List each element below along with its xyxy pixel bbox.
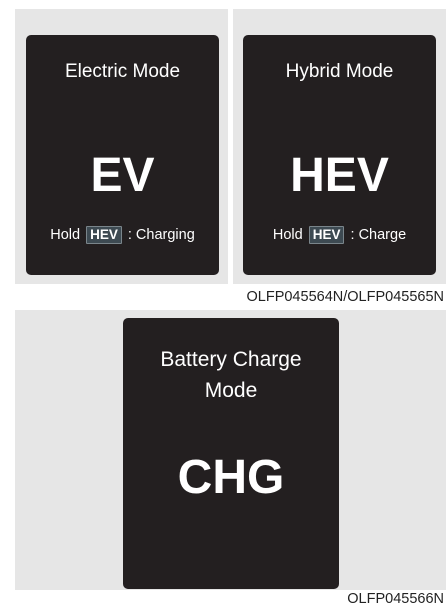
chg-mode-display: Battery Charge Mode CHG — [123, 318, 339, 589]
hev-hint-suffix: : Charge — [350, 227, 407, 243]
ev-mode-display: Electric Mode EV Hold HEV : Charging — [26, 35, 219, 275]
bottom-figure-caption: OLFP045566N — [347, 591, 444, 607]
chg-mode-label: CHG — [177, 451, 285, 504]
ev-mode-title: Electric Mode — [64, 61, 181, 82]
ev-hint-suffix: : Charging — [127, 227, 195, 243]
ev-hint-hev-button: HEV — [86, 226, 122, 244]
ev-hint-prefix: Hold — [50, 227, 81, 243]
chg-mode-title-line1: Battery Charge — [160, 348, 302, 371]
hev-mode-display: Hybrid Mode HEV Hold HEV : Charge — [243, 35, 436, 275]
hev-hint-prefix: Hold — [272, 227, 303, 243]
ev-mode-hint: Hold HEV : Charging — [26, 225, 219, 245]
hev-mode-label: HEV — [290, 149, 389, 202]
chg-mode-title-line2: Mode — [204, 379, 258, 402]
hev-hint-hev-button: HEV — [308, 226, 345, 244]
hev-mode-title: Hybrid Mode — [285, 61, 394, 82]
ev-mode-label: EV — [90, 149, 155, 202]
hev-mode-hint: Hold HEV : Charge — [243, 225, 436, 245]
top-figure-caption: OLFP045564N/OLFP045565N — [246, 289, 445, 305]
